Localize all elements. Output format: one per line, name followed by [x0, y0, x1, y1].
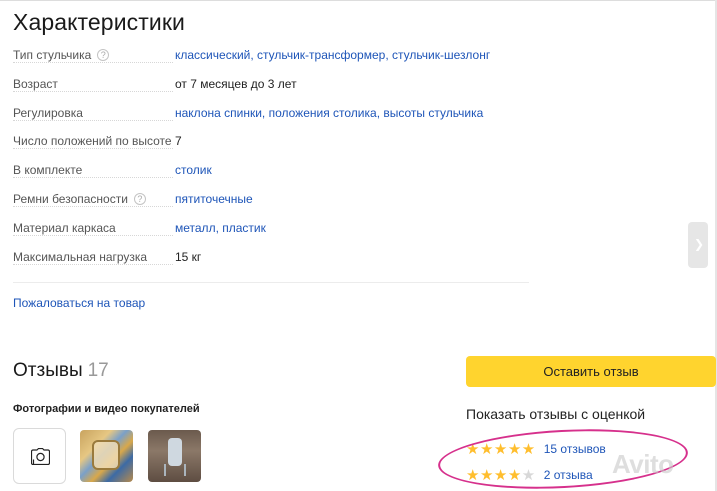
- camera-icon: [31, 448, 50, 465]
- photos-label: Фотографии и видео покупателей: [13, 403, 200, 415]
- dotted-leader: [13, 205, 173, 207]
- leave-review-button[interactable]: Оставить отзыв: [466, 356, 716, 387]
- dotted-leader: [13, 263, 173, 265]
- reviews-count: 17: [87, 360, 109, 381]
- spec-label: Число положений по высоте: [13, 134, 172, 149]
- spec-row: Число положений по высоте 7: [13, 130, 533, 159]
- spec-value: 7: [175, 134, 182, 149]
- spec-label: В комплекте: [13, 163, 83, 178]
- dotted-leader: [13, 90, 173, 92]
- spec-row: Возраст от 7 месяцев до 3 лет: [13, 73, 533, 102]
- spec-value-link[interactable]: наклона спинки, положения столика, высот…: [175, 106, 483, 120]
- dotted-leader: [13, 148, 173, 150]
- dotted-leader: [13, 234, 173, 236]
- spec-value: 15 кг: [175, 249, 202, 264]
- rating-count-link[interactable]: 2 отзыва: [544, 468, 593, 482]
- spec-label: Регулировка: [13, 105, 83, 120]
- spec-value: от 7 месяцев до 3 лет: [175, 76, 297, 91]
- spec-label: Возраст: [13, 76, 58, 91]
- help-icon[interactable]: ?: [97, 49, 110, 61]
- spec-row: Ремни безопасности? пятиточечные: [13, 188, 533, 217]
- page-title: Характеристики: [13, 9, 185, 35]
- spec-row: Материал каркаса металл, пластик: [13, 217, 533, 246]
- dotted-leader: [13, 177, 173, 179]
- spec-label: Материал каркаса: [13, 220, 116, 235]
- reviews-heading: Отзывы 17: [13, 360, 109, 382]
- chevron-right-icon: ❯: [694, 237, 705, 251]
- rating-count-link[interactable]: 15 отзывов: [544, 442, 606, 456]
- watermark-logo: Avito: [612, 449, 674, 479]
- top-border: [0, 0, 717, 1]
- review-photo-thumbnail[interactable]: [148, 430, 201, 482]
- spec-value-link[interactable]: металл, пластик: [175, 221, 266, 235]
- specs-list: Тип стульчика? классический, стульчик-тр…: [13, 44, 533, 274]
- spec-label: Максимальная нагрузка: [13, 249, 148, 264]
- review-photo-thumbnail[interactable]: [80, 430, 133, 482]
- reviews-title: Отзывы: [13, 360, 83, 381]
- photo-content: [164, 464, 186, 476]
- spec-value-link[interactable]: классический, стульчик-трансформер, стул…: [175, 48, 490, 62]
- help-icon[interactable]: ?: [133, 192, 146, 205]
- spec-value-link[interactable]: столик: [175, 163, 212, 177]
- add-photo-button[interactable]: [13, 428, 66, 484]
- scroll-right-button[interactable]: ❯: [688, 222, 708, 268]
- photo-content: [92, 440, 120, 470]
- rating-filter-label: Показать отзывы с оценкой: [466, 406, 646, 422]
- spec-row: Регулировка наклона спинки, положения ст…: [13, 102, 533, 131]
- rating-filter-4[interactable]: ★★★★★ 2 отзыва: [466, 466, 593, 484]
- complain-link[interactable]: Пожаловаться на товар: [13, 296, 145, 310]
- photo-content: [168, 438, 182, 466]
- spec-row: В комплекте столик: [13, 159, 533, 188]
- spec-label: Ремни безопасности?: [13, 192, 146, 206]
- spec-label: Тип стульчика?: [13, 48, 110, 62]
- spec-value-link[interactable]: пятиточечные: [175, 192, 253, 206]
- dotted-leader: [13, 119, 173, 121]
- stars-icon: ★★★★★: [466, 441, 536, 458]
- spec-row: Максимальная нагрузка 15 кг: [13, 246, 533, 275]
- stars-icon: ★★★★★: [466, 467, 536, 484]
- rating-filter-5[interactable]: ★★★★★ 15 отзывов: [466, 440, 606, 458]
- dotted-leader: [13, 62, 173, 63]
- section-divider: [13, 282, 529, 283]
- spec-row: Тип стульчика? классический, стульчик-тр…: [13, 44, 533, 73]
